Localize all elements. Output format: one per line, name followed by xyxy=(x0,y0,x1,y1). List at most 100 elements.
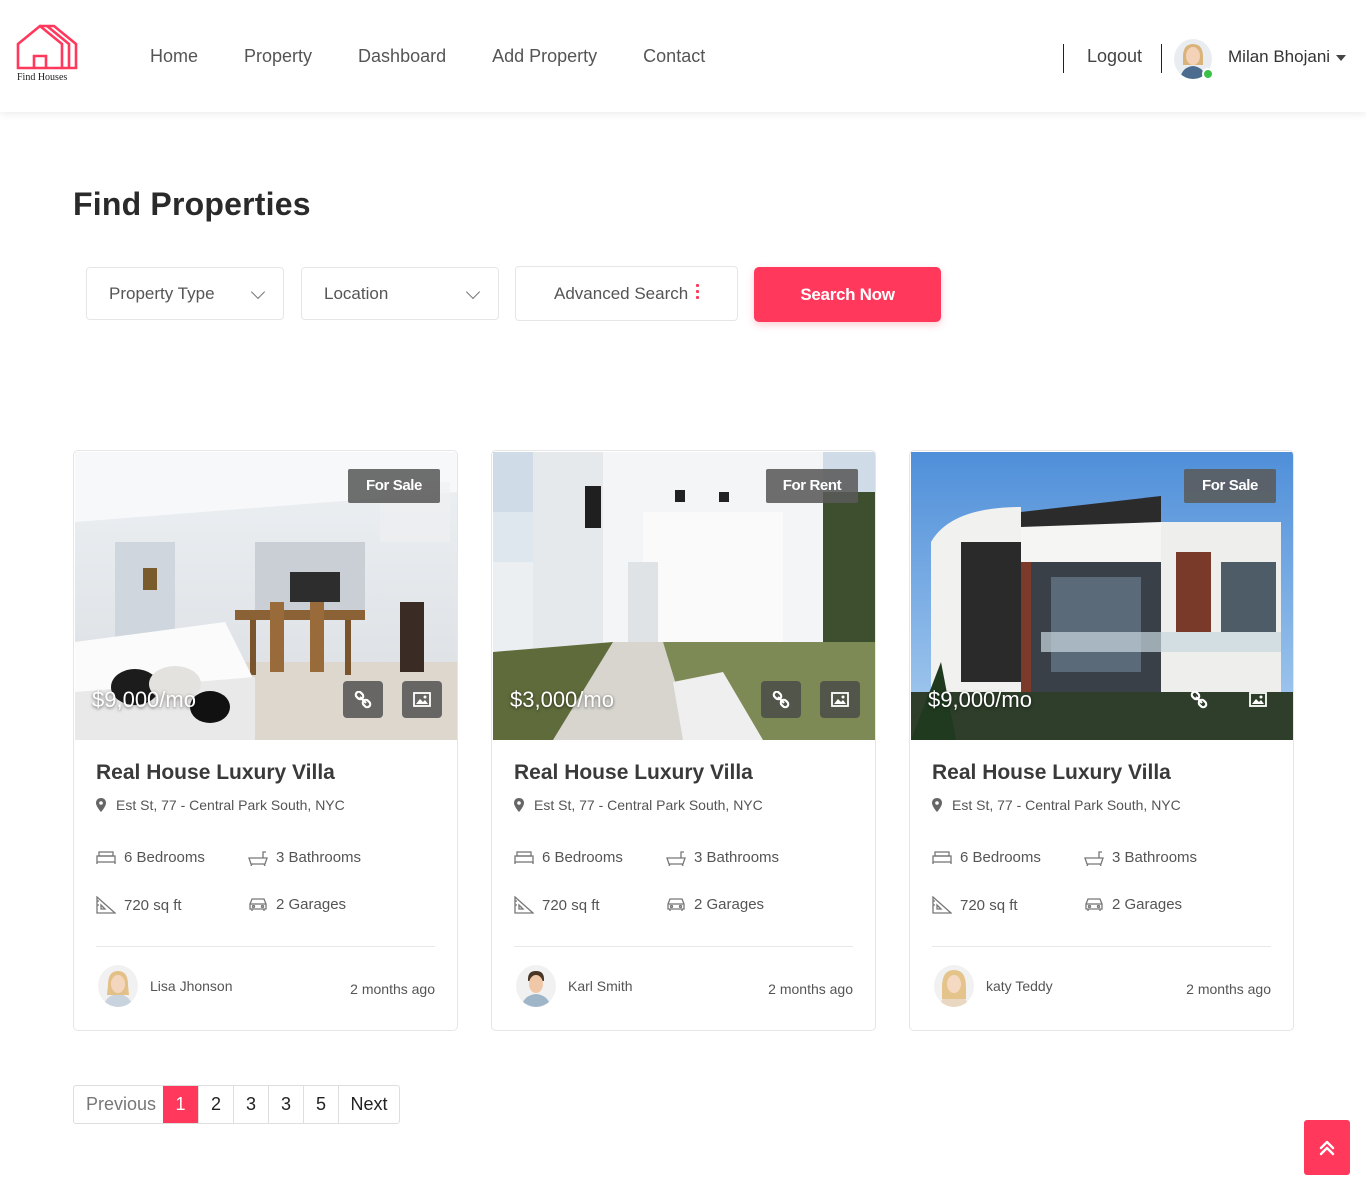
garages-text: 2 Garages xyxy=(1112,896,1183,913)
link-icon xyxy=(354,690,372,708)
nav-divider xyxy=(1161,44,1162,73)
nav-home[interactable]: Home xyxy=(150,46,198,67)
image-icon xyxy=(1249,692,1267,707)
gallery-button[interactable] xyxy=(1238,681,1278,718)
pagination-page-2[interactable]: 2 xyxy=(198,1086,233,1123)
main-nav: Home Property Dashboard Add Property Con… xyxy=(150,46,751,67)
pagination-page-1[interactable]: 1 xyxy=(163,1086,198,1123)
feature-garages: 2 Garages xyxy=(248,896,346,913)
property-card[interactable]: For Sale $9,000/mo Real House Luxury Vil… xyxy=(909,450,1294,1031)
listing-title[interactable]: Real House Luxury Villa xyxy=(514,761,753,785)
caret-down-icon[interactable] xyxy=(1336,55,1346,61)
feature-area: 720 sq ft xyxy=(932,896,1018,914)
posted-time: 2 months ago xyxy=(1186,981,1271,997)
nav-divider xyxy=(1063,44,1064,73)
feature-bedrooms: 6 Bedrooms xyxy=(932,849,1041,866)
bed-icon xyxy=(514,850,534,864)
location-select[interactable]: Location xyxy=(301,267,499,320)
logout-link[interactable]: Logout xyxy=(1087,46,1142,67)
listing-address-text: Est St, 77 - Central Park South, NYC xyxy=(534,797,763,813)
bathrooms-text: 3 Bathrooms xyxy=(1112,849,1198,866)
feature-bedrooms: 6 Bedrooms xyxy=(514,849,623,866)
property-photo-modern-house[interactable]: For Sale $9,000/mo xyxy=(911,452,1293,740)
link-button[interactable] xyxy=(761,681,801,718)
link-icon xyxy=(772,690,790,708)
chevron-down-icon xyxy=(250,284,266,300)
nav-property[interactable]: Property xyxy=(244,46,312,67)
bed-icon xyxy=(96,850,116,864)
listing-status-badge: For Sale xyxy=(348,469,440,503)
scroll-to-top-button[interactable] xyxy=(1304,1120,1350,1175)
feature-bedrooms: 6 Bedrooms xyxy=(96,849,205,866)
listing-price: $9,000/mo xyxy=(92,687,196,712)
pagination-page-3[interactable]: 3 xyxy=(233,1086,268,1123)
listing-price: $9,000/mo xyxy=(928,687,1032,712)
property-type-select[interactable]: Property Type xyxy=(86,267,284,320)
avatar[interactable] xyxy=(934,965,974,1007)
garages-text: 2 Garages xyxy=(276,896,347,913)
area-text: 720 sq ft xyxy=(124,896,182,914)
pagination-page-4[interactable]: 3 xyxy=(268,1086,303,1123)
image-icon xyxy=(413,692,431,707)
posted-time: 2 months ago xyxy=(350,981,435,997)
advanced-search-label: Advanced Search xyxy=(554,284,689,303)
nav-add-property[interactable]: Add Property xyxy=(492,46,597,67)
pagination-next[interactable]: Next xyxy=(338,1086,399,1123)
pagination-previous[interactable]: Previous xyxy=(74,1086,163,1123)
property-card[interactable]: For Sale $9,000/mo Real House Luxury Vil… xyxy=(73,450,458,1031)
bathrooms-text: 3 Bathrooms xyxy=(694,849,780,866)
feature-garages: 2 Garages xyxy=(1084,896,1182,913)
area-text: 720 sq ft xyxy=(960,896,1018,914)
house-logo-icon xyxy=(16,24,78,70)
listing-price: $3,000/mo xyxy=(510,687,614,712)
avatar[interactable] xyxy=(516,965,556,1007)
top-navbar: Find Houses Home Property Dashboard Add … xyxy=(0,0,1366,112)
online-status-dot xyxy=(1202,68,1214,80)
feature-garages: 2 Garages xyxy=(666,896,764,913)
image-icon xyxy=(831,692,849,707)
bedrooms-text: 6 Bedrooms xyxy=(542,849,623,866)
garages-text: 2 Garages xyxy=(694,896,765,913)
posted-time: 2 months ago xyxy=(768,981,853,997)
agent-name[interactable]: Lisa Jhonson xyxy=(150,978,233,994)
listing-address-text: Est St, 77 - Central Park South, NYC xyxy=(952,797,1181,813)
listing-status-badge: For Sale xyxy=(1184,469,1276,503)
double-chevron-up-icon xyxy=(1319,1140,1335,1155)
link-button[interactable] xyxy=(1179,681,1219,718)
listing-title[interactable]: Real House Luxury Villa xyxy=(932,761,1171,785)
search-now-button[interactable]: Search Now xyxy=(754,267,941,322)
bed-icon xyxy=(932,850,952,864)
avatar[interactable] xyxy=(98,965,138,1007)
agent-name[interactable]: katy Teddy xyxy=(986,978,1053,994)
feature-bathrooms: 3 Bathrooms xyxy=(666,849,779,866)
card-divider xyxy=(932,946,1271,947)
ruler-triangle-icon xyxy=(96,896,116,914)
brand-logo[interactable]: Find Houses xyxy=(14,22,88,88)
property-card[interactable]: For Rent $3,000/mo Real House Luxury Vil… xyxy=(491,450,876,1031)
vertical-dots-icon xyxy=(696,284,700,302)
ruler-triangle-icon xyxy=(514,896,534,914)
map-pin-icon xyxy=(514,798,524,812)
map-pin-icon xyxy=(932,798,942,812)
area-text: 720 sq ft xyxy=(542,896,600,914)
link-button[interactable] xyxy=(343,681,383,718)
listing-title[interactable]: Real House Luxury Villa xyxy=(96,761,335,785)
agent-name[interactable]: Karl Smith xyxy=(568,978,633,994)
gallery-button[interactable] xyxy=(820,681,860,718)
listing-address: Est St, 77 - Central Park South, NYC xyxy=(932,797,1181,813)
advanced-search-button[interactable]: Advanced Search xyxy=(515,266,738,321)
bathtub-icon xyxy=(1084,850,1104,866)
gallery-button[interactable] xyxy=(402,681,442,718)
feature-bathrooms: 3 Bathrooms xyxy=(248,849,361,866)
user-name[interactable]: Milan Bhojani xyxy=(1228,47,1330,67)
feature-bathrooms: 3 Bathrooms xyxy=(1084,849,1197,866)
listing-status-badge: For Rent xyxy=(766,469,858,503)
property-photo-exterior[interactable]: For Rent $3,000/mo xyxy=(493,452,875,740)
nav-dashboard[interactable]: Dashboard xyxy=(358,46,446,67)
nav-contact[interactable]: Contact xyxy=(643,46,705,67)
property-type-label: Property Type xyxy=(109,284,215,303)
property-photo-interior[interactable]: For Sale $9,000/mo xyxy=(75,452,457,740)
pagination-page-5[interactable]: 5 xyxy=(303,1086,338,1123)
ruler-triangle-icon xyxy=(932,896,952,914)
feature-area: 720 sq ft xyxy=(514,896,600,914)
